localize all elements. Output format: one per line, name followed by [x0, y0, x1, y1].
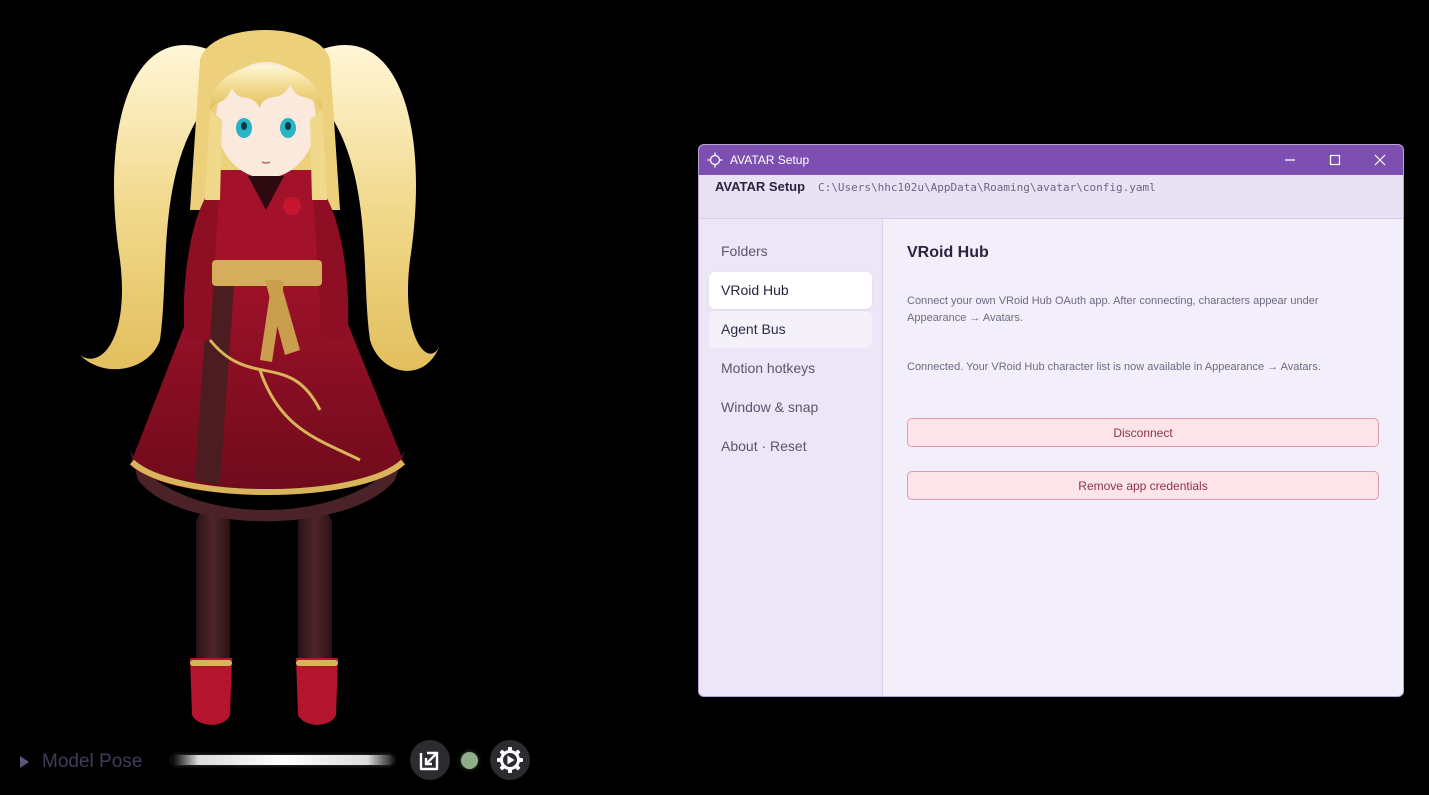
remove-credentials-button[interactable]: Remove app credentials: [907, 471, 1379, 500]
avatar-setup-window: AVATAR Setup AVATAR Setup C:\Users\hhc10…: [698, 144, 1404, 697]
window-header: AVATAR Setup C:\Users\hhc102u\AppData\Ro…: [699, 175, 1403, 219]
sidebar-item-folders[interactable]: Folders: [709, 233, 872, 270]
settings-button[interactable]: [490, 740, 530, 780]
model-controls-bar: Model Pose: [0, 738, 560, 786]
close-icon: [1374, 154, 1386, 166]
section-description: Connect your own VRoid Hub OAuth app. Af…: [907, 295, 1319, 324]
avatar-model: [80, 30, 440, 725]
sidebar-item-window-snap[interactable]: Window & snap: [709, 389, 872, 426]
section-title: VRoid Hub: [907, 244, 989, 261]
window-title: AVATAR Setup: [730, 153, 810, 167]
crosshair-icon: [707, 152, 723, 168]
connection-status: Connected. Your VRoid Hub character list…: [907, 361, 1321, 373]
popout-icon: [419, 751, 439, 771]
pose-slider[interactable]: [172, 755, 394, 765]
config-path: C:\Users\hhc102u\AppData\Roaming\avatar\…: [818, 181, 1156, 194]
triangle-right-icon: [20, 756, 29, 768]
desktop-stage: Model Pose AVATAR Setup AVATAR Setup C:\…: [0, 0, 1429, 795]
vroid-hub-panel: VRoid Hub Connect your own VRoid Hub OAu…: [884, 219, 1403, 696]
gear-icon: [497, 747, 523, 773]
maximize-button[interactable]: [1312, 145, 1358, 175]
minimize-icon: [1285, 159, 1295, 161]
sidebar-item-motion-hotkeys[interactable]: Motion hotkeys: [709, 350, 872, 387]
settings-sidebar: Folders VRoid Hub Agent Bus Motion hotke…: [699, 219, 883, 696]
sidebar-item-about-reset[interactable]: About · Reset: [709, 428, 872, 465]
model-pose-toggle[interactable]: Model Pose: [20, 750, 142, 774]
sidebar-item-agent-bus[interactable]: Agent Bus: [709, 311, 872, 348]
maximize-icon: [1329, 154, 1341, 166]
minimize-button[interactable]: [1267, 145, 1313, 175]
header-app-name: AVATAR Setup: [715, 179, 806, 194]
disconnect-button[interactable]: Disconnect: [907, 418, 1379, 447]
sidebar-item-vroid-hub[interactable]: VRoid Hub: [709, 272, 872, 309]
popout-button[interactable]: [410, 740, 450, 780]
status-dot: [461, 752, 478, 769]
close-button[interactable]: [1357, 145, 1403, 175]
window-titlebar[interactable]: AVATAR Setup: [699, 145, 1403, 175]
model-pose-label: Model Pose: [42, 751, 143, 772]
